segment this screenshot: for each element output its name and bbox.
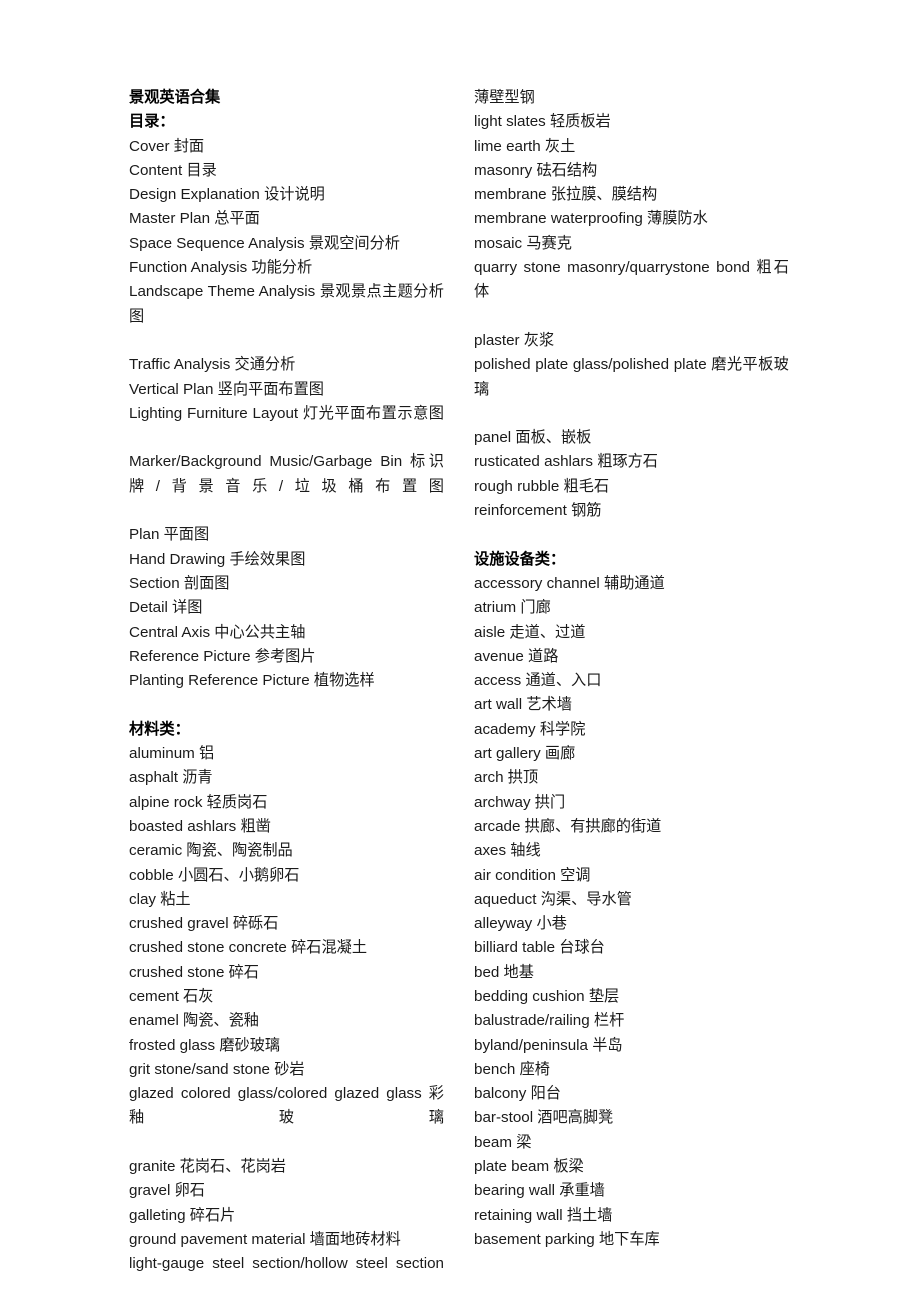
glossary-entry: Cover 封面: [129, 137, 205, 155]
glossary-entry: arch 拱顶: [474, 769, 539, 787]
glossary-entry: light slates 轻质板岩: [474, 113, 611, 131]
glossary-entry: granite 花岗石、花岗岩: [129, 1158, 286, 1176]
glossary-entry: reinforcement 钢筋: [474, 502, 602, 520]
glossary-entry: air condition 空调: [474, 866, 591, 884]
section-heading: 设施设备类：: [474, 550, 566, 568]
glossary-entry: quarry stone masonry/quarrystone bond 粗石…: [474, 259, 789, 301]
glossary-entry: mosaic 马赛克: [474, 234, 572, 252]
left-column: 景观英语合集 目录： Cover 封面 Content 目录 Design Explan…: [129, 86, 444, 1301]
glossary-entry: Planting Reference Picture 植物选样: [129, 672, 375, 690]
glossary-entry: accessory channel 辅助通道: [474, 574, 665, 592]
document-page: 景观英语合集 目录： Cover 封面 Content 目录 Design Explan…: [0, 0, 920, 1302]
glossary-entry: art wall 艺术墙: [474, 696, 572, 714]
glossary-entry: clay 粘土: [129, 890, 191, 908]
glossary-entry: Hand Drawing 手绘效果图: [129, 550, 306, 568]
glossary-entry: retaining wall 挡土墙: [474, 1206, 613, 1224]
glossary-entry: Detail 详图: [129, 599, 203, 617]
glossary-entry: avenue 道路: [474, 647, 559, 665]
two-column-body: 景观英语合集 目录： Cover 封面 Content 目录 Design Explan…: [129, 86, 789, 1301]
glossary-entry: ground pavement material 墙面地砖材料: [129, 1230, 401, 1248]
glossary-entry: boasted ashlars 粗凿: [129, 817, 271, 835]
glossary-entry: atrium 门廊: [474, 599, 551, 617]
glossary-entry: aisle 走道、过道: [474, 623, 586, 641]
glossary-entry: aluminum 铝: [129, 745, 215, 763]
glossary-entry: art gallery 画廊: [474, 745, 576, 763]
glossary-entry: Plan 平面图: [129, 526, 210, 544]
glossary-entry: Section 剖面图: [129, 574, 230, 592]
glossary-entry: bed 地基: [474, 963, 534, 981]
glossary-entry: membrane 张拉膜、膜结构: [474, 186, 658, 204]
glossary-entry: grit stone/sand stone 砂岩: [129, 1060, 305, 1078]
glossary-entry: panel 面板、嵌板: [474, 429, 592, 447]
glossary-entry: crushed gravel 碎砾石: [129, 915, 279, 933]
glossary-entry: Landscape Theme Analysis 景观景点主题分析图: [129, 283, 444, 325]
glossary-entry: cement 石灰: [129, 987, 214, 1005]
glossary-entry: aqueduct 沟渠、导水管: [474, 890, 632, 908]
glossary-entry: crushed stone 碎石: [129, 963, 259, 981]
glossary-entry: bench 座椅: [474, 1060, 550, 1078]
glossary-entry: Function Analysis 功能分析: [129, 259, 313, 277]
glossary-entry: bar-stool 酒吧高脚凳: [474, 1109, 614, 1127]
glossary-entry: Central Axis 中心公共主轴: [129, 623, 306, 641]
glossary-entry: membrane waterproofing 薄膜防水: [474, 210, 708, 228]
glossary-entry: Reference Picture 参考图片: [129, 647, 316, 665]
glossary-entry: rusticated ashlars 粗琢方石: [474, 453, 658, 471]
glossary-entry: ceramic 陶瓷、陶瓷制品: [129, 842, 293, 860]
glossary-entry: crushed stone concrete 碎石混凝土: [129, 939, 368, 957]
glossary-entry: billiard table 台球台: [474, 939, 605, 957]
glossary-entry: Vertical Plan 竖向平面布置图: [129, 380, 324, 398]
glossary-entry: balustrade/railing 栏杆: [474, 1012, 625, 1030]
glossary-entry: cobble 小圆石、小鹅卵石: [129, 866, 300, 884]
glossary-entry: Design Explanation 设计说明: [129, 186, 325, 204]
glossary-entry: bearing wall 承重墙: [474, 1182, 605, 1200]
section-heading: 材料类：: [129, 720, 190, 738]
glossary-entry: masonry 砝石结构: [474, 161, 598, 179]
glossary-entry: Content 目录: [129, 161, 217, 179]
right-column: 薄壁型钢 light slates 轻质板岩 lime earth 灰土 masonr…: [474, 86, 789, 1252]
glossary-entry: Lighting Furniture Layout 灯光平面布置示意图: [129, 404, 444, 422]
glossary-entry: plaster 灰浆: [474, 331, 555, 349]
glossary-entry: alpine rock 轻质岗石: [129, 793, 268, 811]
glossary-entry: beam 梁: [474, 1133, 532, 1151]
glossary-entry: plate beam 板梁: [474, 1158, 584, 1176]
glossary-entry: byland/peninsula 半岛: [474, 1036, 623, 1054]
glossary-entry: light-gauge steel section/hollow steel s…: [129, 1255, 444, 1273]
glossary-entry: gravel 卵石: [129, 1182, 205, 1200]
glossary-entry: bedding cushion 垫层: [474, 987, 620, 1005]
glossary-entry: polished plate glass/polished plate 磨光平板…: [474, 356, 789, 398]
glossary-entry: balcony 阳台: [474, 1085, 561, 1103]
glossary-entry: Marker/Background Music/Garbage Bin 标识牌/…: [129, 453, 444, 495]
glossary-entry: 薄壁型钢: [474, 89, 535, 106]
glossary-entry: galleting 碎石片: [129, 1206, 236, 1224]
glossary-entry: academy 科学院: [474, 720, 586, 738]
glossary-entry: alleyway 小巷: [474, 915, 567, 933]
section-heading: 景观英语合集: [129, 89, 221, 106]
section-heading: 目录：: [129, 113, 175, 131]
glossary-entry: access 通道、入口: [474, 672, 602, 690]
glossary-entry: Traffic Analysis 交通分析: [129, 356, 296, 374]
glossary-entry: Space Sequence Analysis 景观空间分析: [129, 234, 400, 252]
glossary-entry: asphalt 沥青: [129, 769, 213, 787]
glossary-entry: frosted glass 磨砂玻璃: [129, 1036, 281, 1054]
glossary-entry: arcade 拱廊、有拱廊的街道: [474, 817, 662, 835]
glossary-entry: axes 轴线: [474, 842, 541, 860]
glossary-entry: glazed colored glass/colored glazed glas…: [129, 1085, 444, 1127]
glossary-entry: archway 拱门: [474, 793, 566, 811]
glossary-entry: basement parking 地下车库: [474, 1230, 660, 1248]
glossary-entry: rough rubble 粗毛石: [474, 477, 610, 495]
glossary-entry: lime earth 灰土: [474, 137, 576, 155]
glossary-entry: Master Plan 总平面: [129, 210, 260, 228]
glossary-entry: enamel 陶瓷、瓷釉: [129, 1012, 259, 1030]
